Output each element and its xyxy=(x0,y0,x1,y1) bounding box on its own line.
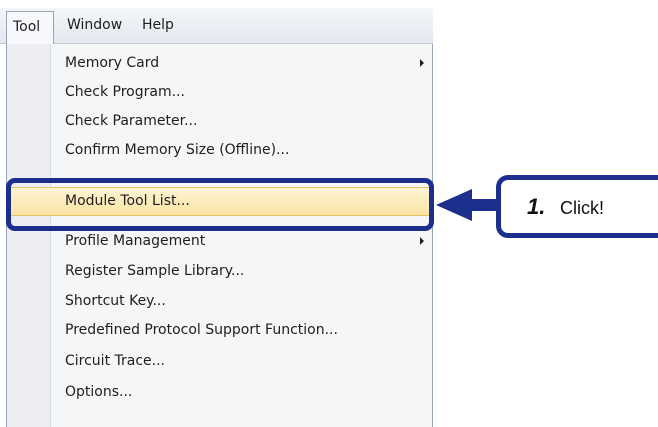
step-number: 1. xyxy=(527,194,546,219)
menu-item-label: Predefined Protocol Support Function... xyxy=(65,322,338,338)
callout-text: Click! xyxy=(560,198,604,218)
menu-tool[interactable]: Tool xyxy=(6,11,54,44)
menu-item-circuit-trace[interactable]: Circuit Trace... xyxy=(7,347,432,376)
submenu-arrow-icon xyxy=(420,59,424,67)
menu-item-profile-management[interactable]: Profile Management xyxy=(7,227,432,256)
menu-help[interactable]: Help xyxy=(136,12,186,39)
menu-item-options[interactable]: Options... xyxy=(7,378,432,407)
menu-item-module-tool-list[interactable]: Module Tool List... xyxy=(7,187,432,216)
menu-item-label: Circuit Trace... xyxy=(65,353,166,369)
menu-item-label: Options... xyxy=(65,384,133,400)
menu-item-label: Profile Management xyxy=(65,233,206,249)
menu-item-label: Confirm Memory Size (Offline)... xyxy=(65,142,290,158)
menu-item-label: Check Program... xyxy=(65,84,185,100)
tool-menu-dropdown: Memory Card Check Program... Check Param… xyxy=(6,44,433,427)
menu-window[interactable]: Window xyxy=(61,12,137,39)
menu-item-predefined-protocol[interactable]: Predefined Protocol Support Function... xyxy=(7,316,432,345)
menu-item-check-parameter[interactable]: Check Parameter... xyxy=(7,107,432,136)
menu-item-label: Shortcut Key... xyxy=(65,293,166,309)
menu-item-label: Memory Card xyxy=(65,55,160,71)
submenu-arrow-icon xyxy=(420,237,424,245)
callout-connector xyxy=(470,199,498,211)
menu-item-confirm-memory-size[interactable]: Confirm Memory Size (Offline)... xyxy=(7,136,432,165)
menu-item-shortcut-key[interactable]: Shortcut Key... xyxy=(7,287,432,316)
menu-bar: Tool Window Help xyxy=(0,8,433,44)
menu-item-label: Check Parameter... xyxy=(65,113,198,129)
callout-box: 1. Click! xyxy=(496,175,658,238)
menu-item-register-sample-library[interactable]: Register Sample Library... xyxy=(7,257,432,286)
menu-item-check-program[interactable]: Check Program... xyxy=(7,78,432,107)
screen: Tool Window Help Memory Card Check Progr… xyxy=(0,0,658,427)
menu-item-memory-card[interactable]: Memory Card xyxy=(7,49,432,78)
left-arrow-icon xyxy=(436,189,472,221)
menu-item-label: Register Sample Library... xyxy=(65,263,245,279)
menu-item-label: Module Tool List... xyxy=(65,193,190,209)
